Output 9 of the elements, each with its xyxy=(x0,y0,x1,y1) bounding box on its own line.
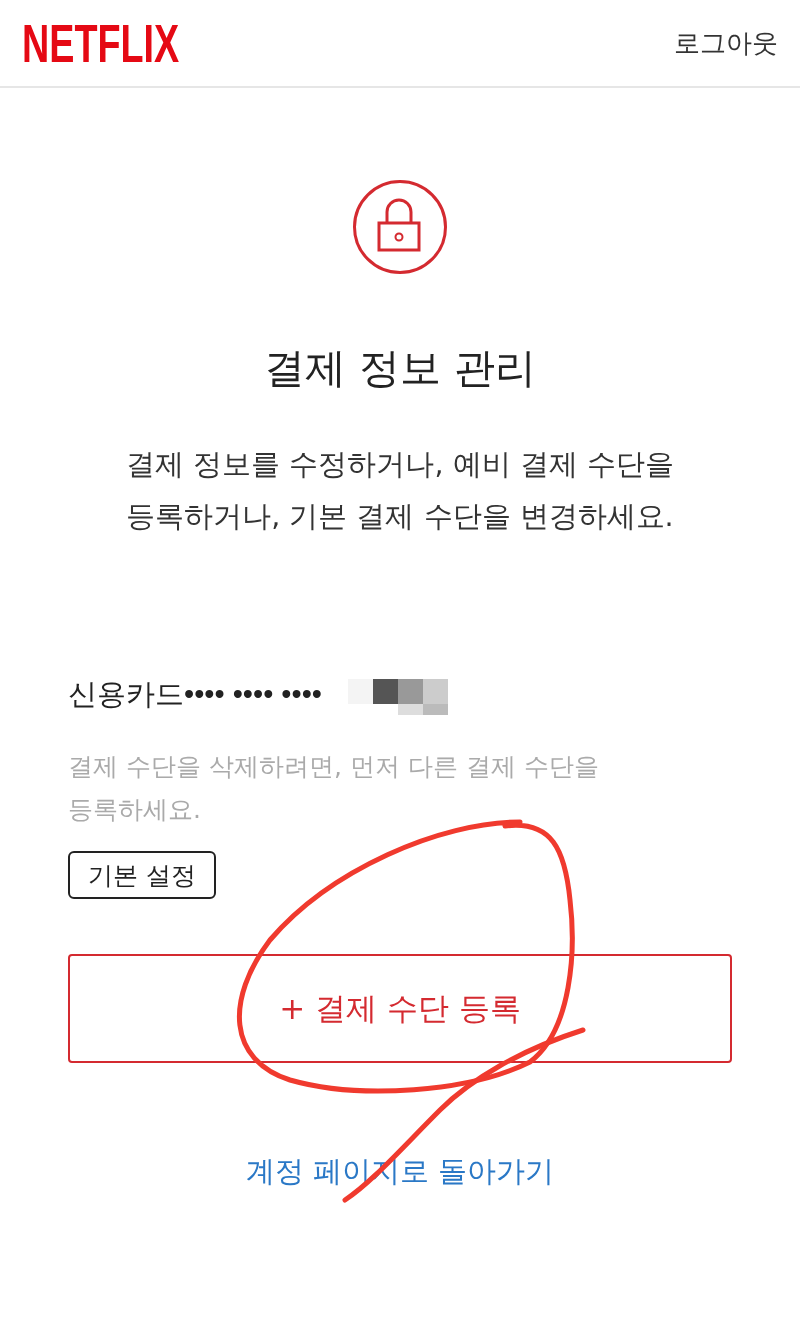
set-default-button[interactable]: 기본 설정 xyxy=(68,851,216,899)
logout-link[interactable]: 로그아웃 xyxy=(674,25,778,61)
hint-text: 결제 수단을 삭제하려면, 먼저 다른 결제 수단을 등록하세요. xyxy=(68,751,600,826)
card-label: 신용카드•••• •••• •••• xyxy=(68,677,322,712)
lock-icon xyxy=(353,180,447,274)
page-description: 결제 정보를 수정하거나, 예비 결제 수단을 등록하거나, 기본 결제 수단을 변경하세요. xyxy=(125,447,675,535)
page-title: 결제 정보 관리 xyxy=(263,343,537,393)
add-payment-button[interactable]: + 결제 수단 등록 xyxy=(68,954,732,1063)
logo[interactable]: NETFLIX xyxy=(22,15,180,71)
